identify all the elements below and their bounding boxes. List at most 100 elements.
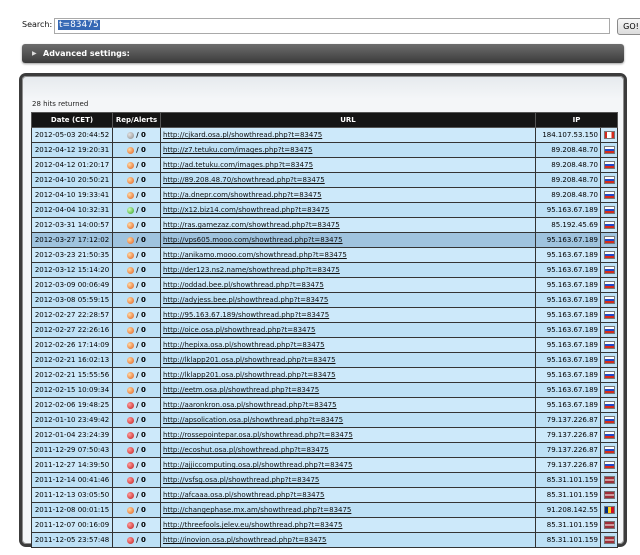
url-link[interactable]: http://95.163.67.189/showthread.php?t=83… <box>163 311 329 319</box>
rep-alerts-cell: / 0 <box>112 307 161 323</box>
url-cell: http://vps605.mooo.com/showthread.php?t=… <box>160 232 536 248</box>
url-link[interactable]: http://a.dnepr.com/showthread.php?t=8347… <box>163 191 322 199</box>
date-cell: 2012-01-04 23:24:39 <box>31 427 113 443</box>
url-link[interactable]: http://vps605.mooo.com/showthread.php?t=… <box>163 236 343 244</box>
table-row[interactable]: 2012-04-10 19:33:41 / 0 http://a.dnepr.com… <box>31 187 618 203</box>
table-row[interactable]: 2011-12-29 07:50:43 / 0 http://ecoshut.osa… <box>31 442 618 458</box>
advanced-settings-label: Advanced settings: <box>43 49 130 58</box>
table-row[interactable]: 2012-03-12 15:14:20 / 0 http://der123.ns2.… <box>31 262 618 278</box>
reputation-dot-icon <box>127 326 135 334</box>
rep-alerts-cell: / 0 <box>112 157 161 173</box>
date-cell: 2011-12-13 03:05:50 <box>31 487 113 503</box>
go-button[interactable]: GO! <box>617 18 640 35</box>
table-row[interactable]: 2012-04-12 19:20:31 / 0 http://z7.tetuku.c… <box>31 142 618 158</box>
table-row[interactable]: 2012-02-21 15:55:56 / 0 http://lklapp201.o… <box>31 367 618 383</box>
url-link[interactable]: http://ad.tetuku.com/images.php?t=83475 <box>163 161 313 169</box>
url-cell: http://changephase.mx.am/showthread.php?… <box>160 502 536 518</box>
url-link[interactable]: http://apsolication.osa.pl/showthread.ph… <box>163 416 343 424</box>
url-link[interactable]: http://x12.biz14.com/showthread.php?t=83… <box>163 206 329 214</box>
table-row[interactable]: 2011-12-08 00:01:15 / 0 http://changephase… <box>31 502 618 518</box>
table-row[interactable]: 2011-12-14 00:41:46 / 0 http://vsfsg.osa.p… <box>31 472 618 488</box>
url-link[interactable]: http://afcaaa.osa.pl/showthread.php?t=83… <box>163 491 325 499</box>
url-link[interactable]: http://89.208.48.70/showthread.php?t=834… <box>163 176 325 184</box>
table-row[interactable]: 2012-05-03 20:44:52 / 0 http://cjkard.osa.… <box>31 127 618 143</box>
url-link[interactable]: http://ras.gamezaz.com/showthread.php?t=… <box>163 221 340 229</box>
url-link[interactable]: http://rossepointepar.osa.pl/showthread.… <box>163 431 353 439</box>
advanced-settings-toggle[interactable]: ▶ Advanced settings: <box>22 44 624 63</box>
url-link[interactable]: http://threefools.jelev.eu/showthread.ph… <box>163 521 342 529</box>
rep-alerts-cell: / 0 <box>112 202 161 218</box>
url-link[interactable]: http://vsfsg.osa.pl/showthread.php?t=834… <box>163 476 319 484</box>
table-row[interactable]: 2012-03-31 14:00:57 / 0 http://ras.gamezaz… <box>31 217 618 233</box>
url-link[interactable]: http://z7.tetuku.com/images.php?t=83475 <box>163 146 312 154</box>
url-link[interactable]: http://cjkard.osa.pl/showthread.php?t=83… <box>163 131 322 139</box>
ip-cell: 95.163.67.189 <box>535 292 601 308</box>
table-row[interactable]: 2012-02-27 22:28:57 / 0 http://95.163.67.1… <box>31 307 618 323</box>
table-row[interactable]: 2012-02-06 19:48:25 / 0 http://aaronkron.o… <box>31 397 618 413</box>
reputation-dot-icon <box>127 416 135 424</box>
table-row[interactable]: 2012-03-09 00:06:49 / 0 http://oddad.bee.p… <box>31 277 618 293</box>
alerts-count: / 0 <box>136 146 146 154</box>
rep-alerts-cell: / 0 <box>112 457 161 473</box>
url-cell: http://oddad.bee.pl/showthread.php?t=834… <box>160 277 536 293</box>
url-link[interactable]: http://changephase.mx.am/showthread.php?… <box>163 506 351 514</box>
column-header-date[interactable]: Date (CET) <box>31 112 113 128</box>
table-row[interactable]: 2012-02-26 17:14:09 / 0 http://hepixa.osa.… <box>31 337 618 353</box>
country-flag-icon <box>603 356 615 364</box>
table-row[interactable]: 2011-12-07 00:16:09 / 0 http://threefools.… <box>31 517 618 533</box>
url-link[interactable]: http://aaronkron.osa.pl/showthread.php?t… <box>163 401 337 409</box>
rep-alerts-cell: / 0 <box>112 292 161 308</box>
column-header-rep-alerts[interactable]: Rep/Alerts <box>112 112 161 128</box>
table-row[interactable]: 2012-01-10 23:49:42 / 0 http://apsolicatio… <box>31 412 618 428</box>
date-cell: 2012-02-27 22:28:57 <box>31 307 113 323</box>
table-row[interactable]: 2012-01-04 23:24:39 / 0 http://rossepointe… <box>31 427 618 443</box>
country-flag-icon <box>603 176 615 184</box>
table-row[interactable]: 2012-03-27 17:12:02 / 0 http://vps605.mooo… <box>31 232 618 248</box>
table-row[interactable]: 2012-02-27 22:26:16 / 0 http://oice.osa.pl… <box>31 322 618 338</box>
rep-alerts-cell: / 0 <box>112 232 161 248</box>
table-row[interactable]: 2012-02-15 10:09:34 / 0 http://eetm.osa.pl… <box>31 382 618 398</box>
url-link[interactable]: http://oice.osa.pl/showthread.php?t=8347… <box>163 326 315 334</box>
url-link[interactable]: http://inovion.osa.pl/showthread.php?t=8… <box>163 536 327 544</box>
table-row[interactable]: 2011-12-13 03:05:50 / 0 http://afcaaa.osa.… <box>31 487 618 503</box>
flag-cell <box>600 307 618 323</box>
url-link[interactable]: http://der123.ns2.name/showthread.php?t=… <box>163 266 340 274</box>
url-link[interactable]: http://lklapp201.osa.pl/showthread.php?t… <box>163 371 336 379</box>
url-link[interactable]: http://anikamo.mooo.com/showthread.php?t… <box>163 251 347 259</box>
reputation-dot-icon <box>127 251 135 259</box>
flag-cell <box>600 457 618 473</box>
rep-alerts-cell: / 0 <box>112 367 161 383</box>
rep-alerts-cell: / 0 <box>112 277 161 293</box>
date-cell: 2011-12-05 23:57:48 <box>31 532 113 548</box>
search-input[interactable]: t=83475 <box>54 18 610 34</box>
table-row[interactable]: 2012-03-08 05:59:15 / 0 http://adyjess.bee… <box>31 292 618 308</box>
alerts-count: / 0 <box>136 371 146 379</box>
alerts-count: / 0 <box>136 176 146 184</box>
table-row[interactable]: 2012-04-10 20:50:21 / 0 http://89.208.48.7… <box>31 172 618 188</box>
url-link[interactable]: http://ecoshut.osa.pl/showthread.php?t=8… <box>163 446 329 454</box>
url-link[interactable]: http://eetm.osa.pl/showthread.php?t=8347… <box>163 386 319 394</box>
url-link[interactable]: http://ajjiccomputing.osa.pl/showthread.… <box>163 461 352 469</box>
ip-cell: 79.137.226.87 <box>535 442 601 458</box>
flag-cell <box>600 532 618 548</box>
url-cell: http://hepixa.osa.pl/showthread.php?t=83… <box>160 337 536 353</box>
table-row[interactable]: 2012-04-12 01:20:17 / 0 http://ad.tetuku.c… <box>31 157 618 173</box>
ip-cell: 89.208.48.70 <box>535 172 601 188</box>
alerts-count: / 0 <box>136 326 146 334</box>
url-cell: http://aaronkron.osa.pl/showthread.php?t… <box>160 397 536 413</box>
url-link[interactable]: http://oddad.bee.pl/showthread.php?t=834… <box>163 281 324 289</box>
url-link[interactable]: http://lklapp201.osa.pl/showthread.php?t… <box>163 356 336 364</box>
table-row[interactable]: 2011-12-27 14:39:50 / 0 http://ajjiccomput… <box>31 457 618 473</box>
alerts-count: / 0 <box>136 491 146 499</box>
country-flag-icon <box>603 401 615 409</box>
column-header-url[interactable]: URL <box>160 112 536 128</box>
table-row[interactable]: 2012-02-21 16:02:13 / 0 http://lklapp201.o… <box>31 352 618 368</box>
column-header-ip[interactable]: IP <box>535 112 618 128</box>
url-link[interactable]: http://hepixa.osa.pl/showthread.php?t=83… <box>163 341 325 349</box>
url-link[interactable]: http://adyjess.bee.pl/showthread.php?t=8… <box>163 296 328 304</box>
alerts-count: / 0 <box>136 401 146 409</box>
table-row[interactable]: 2011-12-05 23:57:48 / 0 http://inovion.osa… <box>31 532 618 548</box>
table-row[interactable]: 2012-03-23 21:50:35 / 0 http://anikamo.moo… <box>31 247 618 263</box>
table-row[interactable]: 2012-04-04 10:32:31 / 0 http://x12.biz14.c… <box>31 202 618 218</box>
reputation-dot-icon <box>127 191 135 199</box>
